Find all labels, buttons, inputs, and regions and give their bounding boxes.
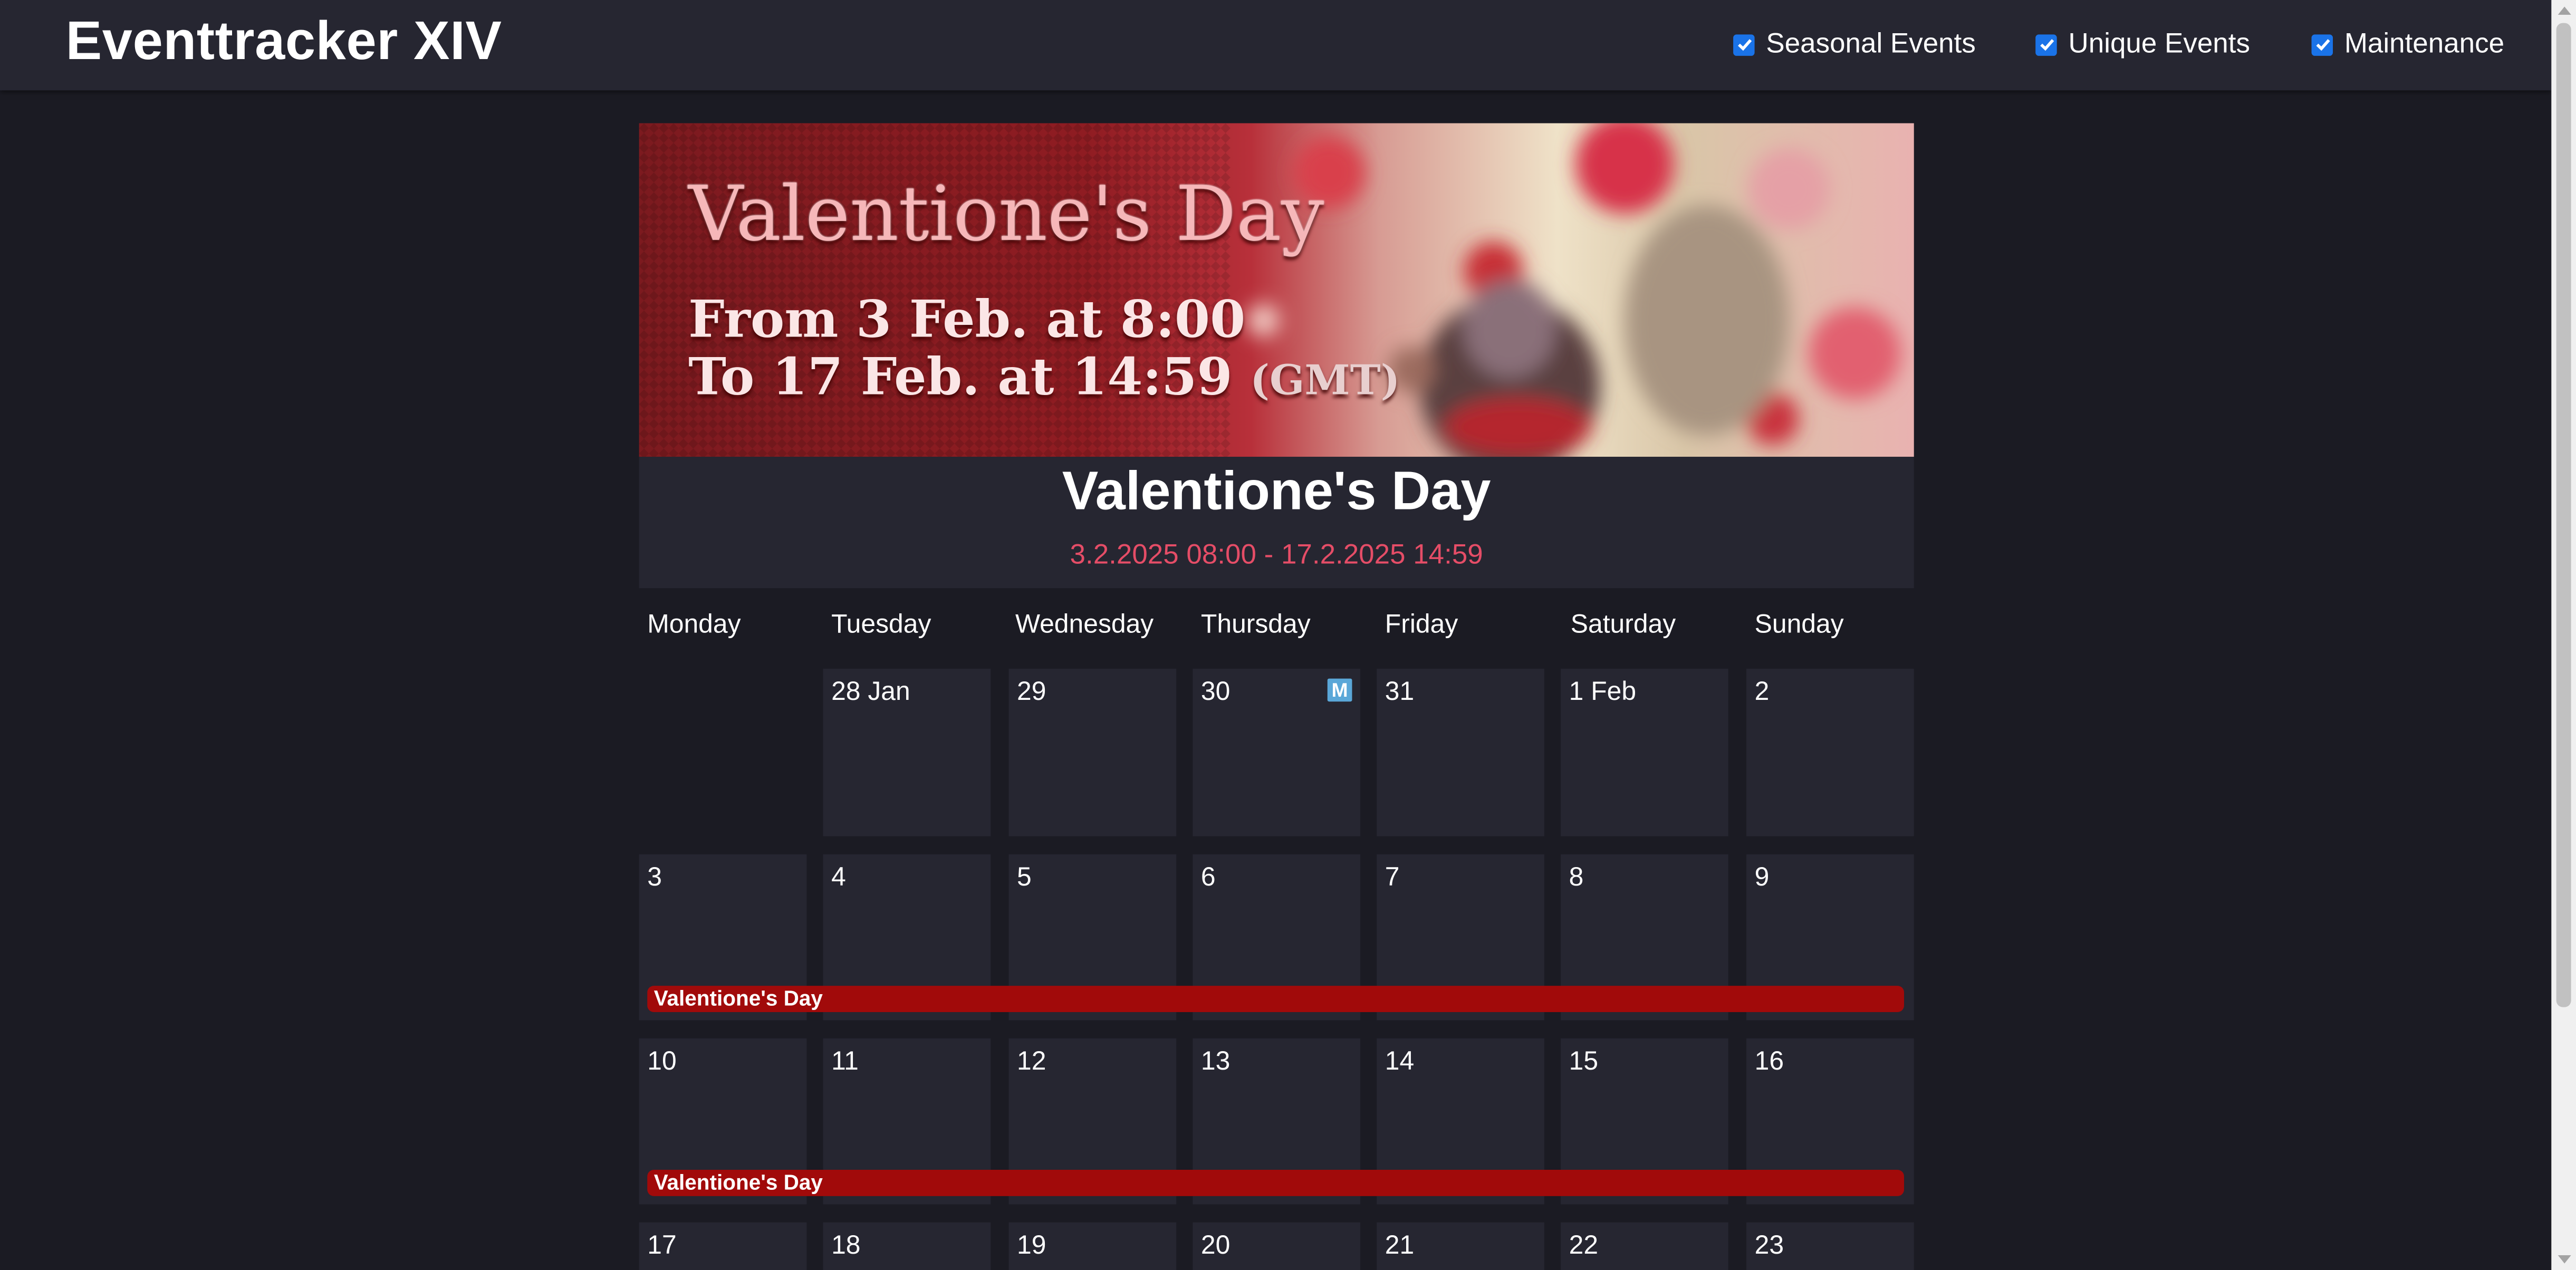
seasonal-events-label: Seasonal Events: [1766, 27, 1976, 60]
page: Eventtracker XIV Seasonal Events Unique …: [0, 0, 2576, 1270]
calendar-day-number: 21: [1385, 1232, 1415, 1261]
top-bar: Eventtracker XIV Seasonal Events Unique …: [0, 0, 2552, 91]
banner-end-time-text: To 17 Feb. at 14:59: [688, 348, 1233, 408]
event-bar-label: Valentione's Day: [653, 986, 823, 1011]
calendar-day-number: 6: [1200, 864, 1216, 892]
weekday-thursday: Thursday: [1200, 611, 1311, 639]
calendar-day-number: 30: [1200, 678, 1231, 707]
calendar-day-cell[interactable]: 31: [1377, 668, 1544, 836]
calendar-day-number: 29: [1017, 678, 1046, 707]
event-card[interactable]: Valentione's Day From 3 Feb. at 8:00 To …: [639, 123, 1914, 589]
filter-seasonal-events[interactable]: Seasonal Events: [1733, 28, 1976, 61]
maintenance-checkbox[interactable]: [2311, 33, 2333, 55]
filter-unique-events[interactable]: Unique Events: [2035, 28, 2250, 61]
weekday-saturday: Saturday: [1570, 611, 1676, 639]
calendar-day-number: 12: [1017, 1048, 1046, 1076]
calendar-day-number: 9: [1754, 864, 1770, 892]
weekday-monday: Monday: [647, 611, 741, 639]
calendar-day-number: 31: [1385, 678, 1415, 707]
calendar-day-number: 8: [1569, 864, 1584, 892]
calendar-day-number: 10: [647, 1048, 677, 1076]
seasonal-events-checkbox[interactable]: [1733, 33, 1755, 55]
checkmark-icon: [1737, 39, 1751, 51]
calendar-day-number: 15: [1569, 1048, 1599, 1076]
scroll-down-arrow-icon[interactable]: [2558, 1255, 2571, 1264]
calendar-day-cell[interactable]: 21: [1377, 1222, 1544, 1270]
calendar-day-number: 20: [1200, 1232, 1231, 1261]
calendar-day-cell[interactable]: 17: [639, 1222, 807, 1270]
event-date-range: 3.2.2025 08:00 - 17.2.2025 14:59: [1070, 538, 1483, 570]
calendar-day-number: 19: [1017, 1232, 1046, 1261]
checkmark-icon: [2315, 39, 2330, 51]
event-banner-image: Valentione's Day From 3 Feb. at 8:00 To …: [639, 123, 1914, 457]
calendar-day-number: 1 Feb: [1569, 678, 1637, 707]
calendar-day-cell[interactable]: 29: [1008, 668, 1177, 836]
calendar-day-number: 7: [1385, 864, 1400, 892]
calendar-day-cell[interactable]: 1 Feb: [1561, 668, 1728, 836]
scroll-up-arrow-icon[interactable]: [2558, 6, 2571, 15]
maintenance-badge-icon[interactable]: M: [1327, 678, 1352, 702]
maintenance-label: Maintenance: [2344, 27, 2505, 60]
event-bar-valentiones-day[interactable]: Valentione's Day: [647, 1170, 1905, 1196]
banner-timezone: (GMT): [1250, 356, 1400, 405]
event-bar-valentiones-day[interactable]: Valentione's Day: [647, 986, 1905, 1012]
calendar-day-number: 16: [1754, 1048, 1784, 1076]
vertical-scrollbar[interactable]: [2551, 0, 2576, 1270]
calendar-day-cell[interactable]: 2: [1746, 668, 1914, 836]
calendar-day-number: 22: [1569, 1232, 1599, 1261]
weekday-sunday: Sunday: [1754, 611, 1844, 639]
weekday-wednesday: Wednesday: [1015, 611, 1154, 639]
calendar-day-number: 5: [1017, 864, 1032, 892]
unique-events-checkbox[interactable]: [2035, 33, 2057, 55]
calendar-day-number: 17: [647, 1232, 677, 1261]
weekday-tuesday: Tuesday: [831, 611, 931, 639]
calendar-day-cell[interactable]: 22: [1561, 1222, 1728, 1270]
calendar-day-cell[interactable]: 30 M: [1193, 668, 1361, 836]
calendar-day-number: 13: [1200, 1048, 1231, 1076]
checkmark-icon: [2039, 39, 2053, 51]
event-bar-label: Valentione's Day: [653, 1170, 823, 1195]
calendar-day-number: 4: [831, 864, 846, 892]
event-title: Valentione's Day: [1062, 460, 1491, 521]
calendar-day-cell[interactable]: 23: [1746, 1222, 1914, 1270]
calendar-day-number: 11: [831, 1048, 859, 1076]
banner-start-time: From 3 Feb. at 8:00: [688, 291, 1246, 350]
banner-end-time: To 17 Feb. at 14:59 (GMT): [688, 348, 1400, 407]
calendar-day-cell[interactable]: 19: [1008, 1222, 1177, 1270]
calendar-day-number: 28 Jan: [831, 678, 910, 707]
calendar-day-cell[interactable]: 18: [823, 1222, 991, 1270]
unique-events-label: Unique Events: [2068, 27, 2250, 60]
filter-maintenance[interactable]: Maintenance: [2311, 27, 2505, 61]
banner-title: Valentione's Day: [688, 169, 1324, 258]
calendar-day-cell[interactable]: 20: [1193, 1222, 1361, 1270]
calendar-day-number: 2: [1754, 678, 1770, 707]
scrollbar-thumb[interactable]: [2556, 23, 2571, 1007]
weekday-friday: Friday: [1385, 611, 1458, 639]
calendar-day-number: 23: [1754, 1232, 1784, 1261]
calendar-day-number: 3: [647, 864, 662, 892]
calendar-day-cell[interactable]: 28 Jan: [823, 668, 991, 836]
app-title: Eventtracker XIV: [65, 9, 502, 71]
calendar-day-number: 18: [831, 1232, 861, 1261]
calendar-day-number: 14: [1385, 1048, 1415, 1076]
